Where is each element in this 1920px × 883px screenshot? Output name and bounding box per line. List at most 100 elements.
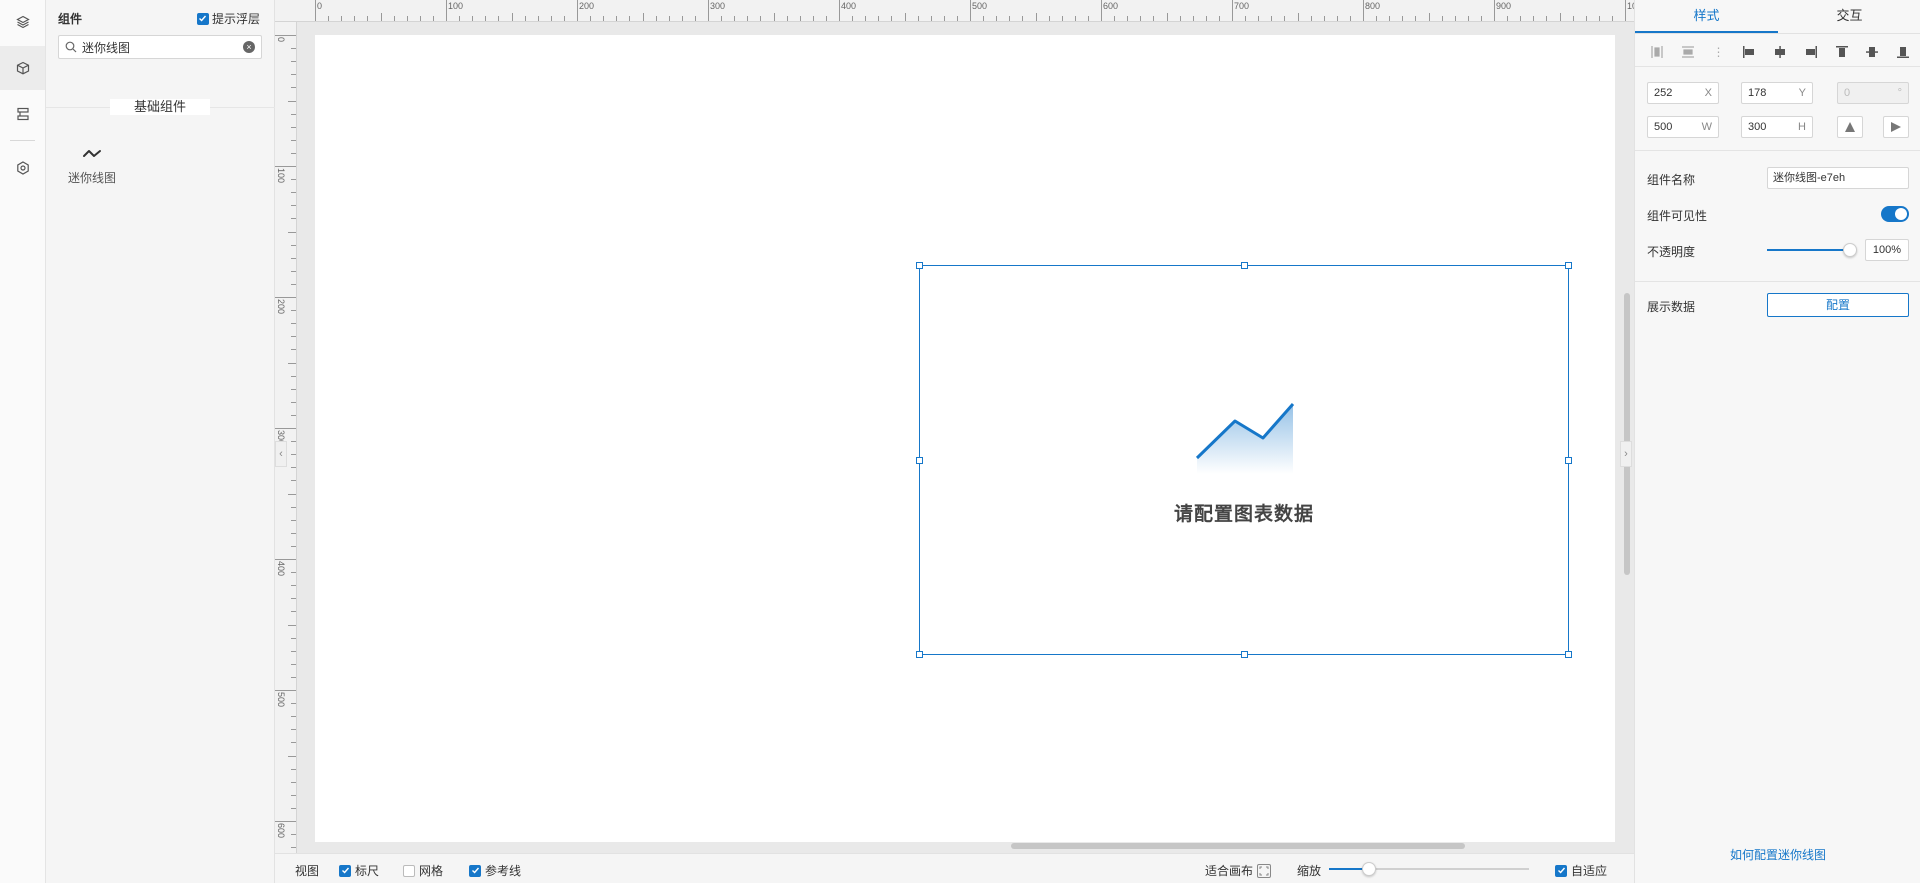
auto-fit-checkbox[interactable] xyxy=(1555,864,1567,877)
ruler-tick xyxy=(288,493,296,495)
ruler-tick xyxy=(550,16,552,21)
width-field[interactable]: 500 W xyxy=(1647,116,1719,138)
layers-icon xyxy=(15,15,30,29)
rotation-value: 0 xyxy=(1844,87,1851,99)
height-value[interactable]: 300 xyxy=(1748,121,1798,133)
auto-fit-toggle[interactable]: 自适应 xyxy=(1555,862,1607,879)
zoom-slider[interactable] xyxy=(1329,862,1529,876)
align-left-button[interactable] xyxy=(1739,42,1759,62)
align-right-button[interactable] xyxy=(1801,42,1821,62)
selected-component[interactable]: 请配置图表数据 xyxy=(916,262,1572,658)
ruler-label: 400 xyxy=(276,561,286,577)
horizontal-scrollbar[interactable] xyxy=(1011,843,1465,849)
ruler-tick xyxy=(291,637,296,639)
resize-handle-nw[interactable] xyxy=(916,262,923,269)
settings-button[interactable] xyxy=(0,146,45,190)
hint-toggle[interactable]: 提示浮层 xyxy=(196,10,260,27)
search-input[interactable] xyxy=(82,40,243,54)
components-button[interactable] xyxy=(0,46,45,90)
distribute-vertical-button[interactable] xyxy=(1678,42,1698,62)
ruler-tick xyxy=(288,624,296,626)
tab-style[interactable]: 样式 xyxy=(1635,0,1778,33)
canvas-area[interactable]: 0 100 200 300 400 500 600 700 800 900 100 0 100 200 3… xyxy=(275,0,1634,853)
align-center-horizontal-icon xyxy=(1775,46,1785,58)
collapse-right-panel[interactable]: › xyxy=(1620,441,1632,467)
layers-button[interactable] xyxy=(0,0,45,44)
tab-interaction[interactable]: 交互 xyxy=(1778,0,1920,33)
ruler-tick xyxy=(291,218,296,220)
ruler-tick xyxy=(446,0,447,21)
align-center-h-button[interactable] xyxy=(1770,42,1790,62)
help-link[interactable]: 如何配置迷你线图 xyxy=(1635,846,1920,863)
opacity-slider-knob[interactable] xyxy=(1843,243,1857,257)
resize-handle-ne[interactable] xyxy=(1565,262,1572,269)
height-field[interactable]: 300 H xyxy=(1741,116,1813,138)
width-value[interactable]: 500 xyxy=(1654,121,1702,133)
component-panel: 组件 提示浮层 × 基础组件 迷你线图 xyxy=(46,0,275,883)
rotation-field: 0 ° xyxy=(1837,82,1909,104)
grid-toggle[interactable]: 网格 xyxy=(403,862,443,879)
ruler-tick xyxy=(1101,0,1102,21)
distribute-horizontal-button[interactable] xyxy=(1647,42,1667,62)
zoom-label-wrap: 缩放 xyxy=(1297,862,1321,879)
opacity-slider[interactable] xyxy=(1767,249,1849,251)
hint-label: 提示浮层 xyxy=(211,12,260,26)
align-center-v-button[interactable] xyxy=(1862,42,1882,62)
guides-checkbox[interactable] xyxy=(469,864,481,877)
resize-handle-se[interactable] xyxy=(1565,651,1572,658)
data-label: 展示数据 xyxy=(1647,300,1696,314)
vertical-scrollbar[interactable] xyxy=(1624,293,1630,575)
y-value[interactable]: 178 xyxy=(1748,87,1799,99)
ruler-tick xyxy=(367,16,369,21)
sparkline-icon xyxy=(83,150,101,157)
ruler-toggle[interactable]: 标尺 xyxy=(339,862,379,879)
configure-data-button[interactable]: 配置 xyxy=(1767,293,1909,317)
component-name-field[interactable]: 迷你线图-e7eh xyxy=(1767,167,1909,189)
more-icon: ⋮ xyxy=(1712,45,1725,59)
x-value[interactable]: 252 xyxy=(1654,87,1705,99)
outline-icon xyxy=(16,107,29,121)
component-search[interactable]: × xyxy=(58,35,262,59)
ruler-tick xyxy=(275,559,296,560)
ruler-label: 500 xyxy=(276,692,286,708)
collapse-left-panel[interactable]: ‹ xyxy=(275,441,287,467)
grid-label: 网格 xyxy=(419,864,444,878)
outline-button[interactable] xyxy=(0,92,45,136)
resize-handle-n[interactable] xyxy=(1241,262,1248,269)
ruler-checkbox[interactable] xyxy=(339,864,351,877)
ruler-tick xyxy=(288,755,296,757)
ruler-tick xyxy=(291,532,296,534)
name-label: 组件名称 xyxy=(1647,173,1696,187)
ruler-label: 400 xyxy=(841,1,857,11)
flip-horizontal-button[interactable] xyxy=(1883,116,1909,138)
zoom-slider-knob[interactable] xyxy=(1362,862,1376,876)
ruler-label: 600 xyxy=(1103,1,1119,11)
ruler-tick xyxy=(799,16,801,21)
ruler-tick xyxy=(747,16,749,21)
x-field[interactable]: 252 X xyxy=(1647,82,1719,104)
flip-vertical-button[interactable] xyxy=(1837,116,1863,138)
fit-canvas-icon[interactable] xyxy=(1257,863,1272,878)
ruler-label: 200 xyxy=(579,1,595,11)
visibility-label: 组件可见性 xyxy=(1647,209,1708,223)
grid-checkbox[interactable] xyxy=(403,864,415,877)
ruler-tick xyxy=(291,126,296,128)
resize-handle-s[interactable] xyxy=(1241,651,1248,658)
property-tabs: 样式 交互 xyxy=(1635,0,1920,34)
component-item-sparkline[interactable]: 迷你线图 xyxy=(60,148,124,198)
fit-canvas-button[interactable]: 适合画布 xyxy=(1205,862,1272,879)
chart-placeholder: 请配置图表数据 xyxy=(920,386,1568,526)
resize-handle-sw[interactable] xyxy=(916,651,923,658)
hint-checkbox[interactable] xyxy=(196,12,209,25)
opacity-value[interactable]: 100% xyxy=(1865,239,1909,261)
guides-toggle[interactable]: 参考线 xyxy=(469,862,521,879)
align-left-icon xyxy=(1743,46,1755,58)
clear-icon[interactable]: × xyxy=(243,41,255,53)
align-top-button[interactable] xyxy=(1832,42,1852,62)
ruler-tick xyxy=(291,598,296,600)
y-field[interactable]: 178 Y xyxy=(1741,82,1813,104)
ruler-tick xyxy=(1127,16,1129,21)
ruler-tick xyxy=(1611,16,1613,21)
align-bottom-button[interactable] xyxy=(1893,42,1913,62)
visibility-toggle[interactable] xyxy=(1881,206,1909,222)
